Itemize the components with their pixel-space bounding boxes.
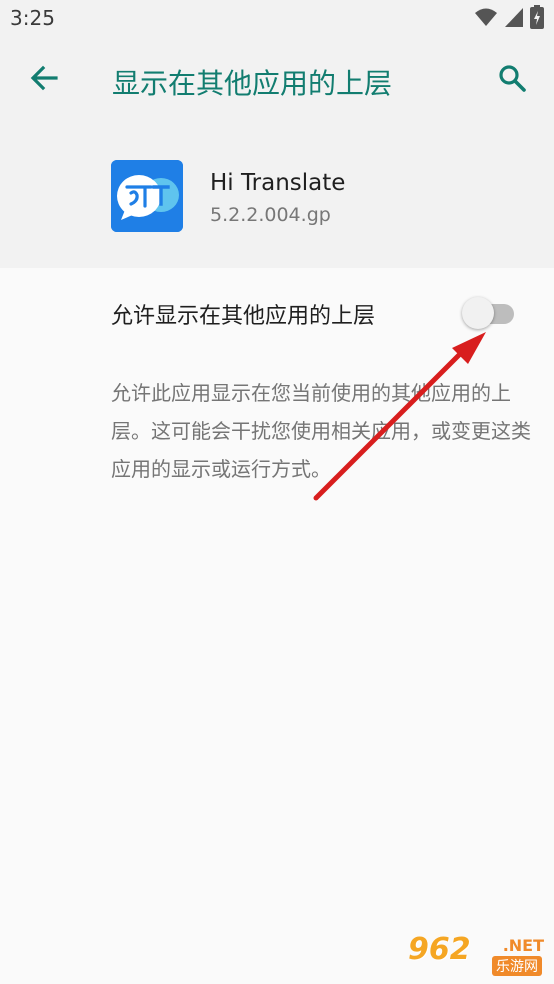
watermark-cn: 乐游网: [492, 956, 542, 976]
search-icon: [497, 63, 527, 97]
arrow-back-icon: [29, 63, 59, 97]
wifi-icon: [474, 6, 498, 32]
signal-icon: [504, 6, 524, 32]
toggle-thumb: [462, 297, 494, 329]
page-title: 显示在其他应用的上层: [112, 67, 393, 100]
watermark-brand: 962: [408, 932, 471, 967]
app-version: 5.2.2.004.gp: [210, 204, 331, 226]
search-button[interactable]: [488, 56, 536, 104]
app-icon: [111, 160, 183, 232]
permission-setting-row[interactable]: 允许显示在其他应用的上层: [0, 268, 554, 360]
app-bar: 显示在其他应用的上层: [0, 38, 554, 122]
back-button[interactable]: [20, 56, 68, 104]
permission-toggle[interactable]: [462, 296, 516, 330]
battery-charging-icon: [530, 5, 544, 33]
permission-description: 允许此应用显示在您当前使用的其他应用的上层。这可能会干扰您使用相关应用，或变更这…: [111, 381, 531, 481]
watermark-suffix: .NET: [502, 936, 544, 955]
watermark-logo: 962 .NET 乐游网: [406, 932, 546, 978]
status-time: 3:25: [10, 6, 55, 30]
status-bar: 3:25: [0, 0, 554, 38]
app-header: Hi Translate 5.2.2.004.gp: [0, 122, 554, 268]
permission-setting-label: 允许显示在其他应用的上层: [111, 304, 376, 329]
app-name: Hi Translate: [210, 170, 346, 196]
status-icons: [474, 5, 544, 33]
